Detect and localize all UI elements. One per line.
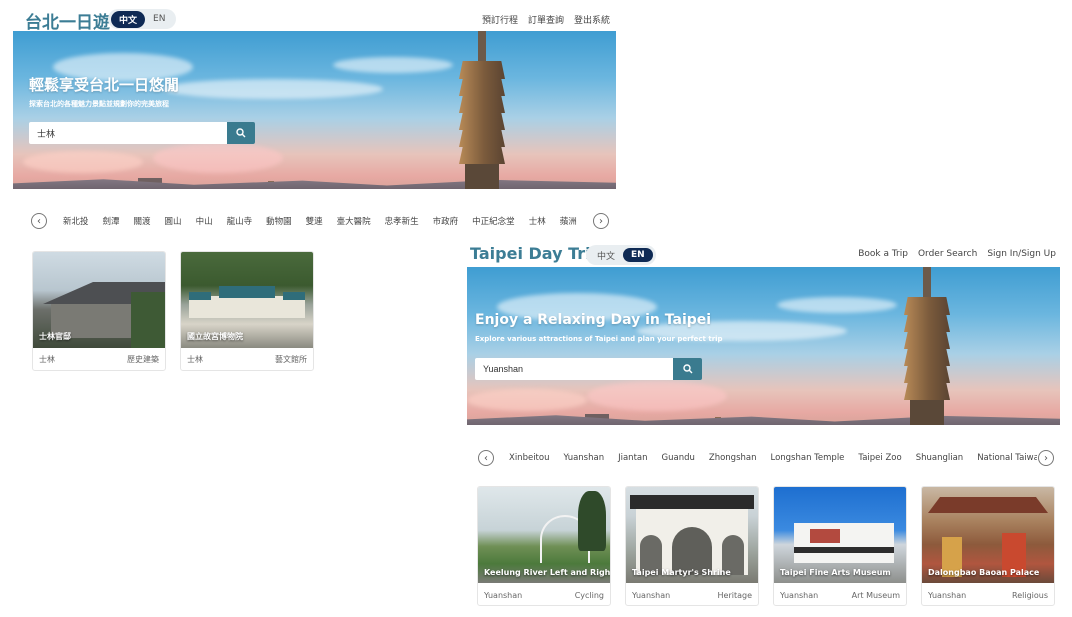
card-type: Heritage <box>717 591 753 600</box>
chevron-left-icon[interactable]: ‹ <box>31 213 47 229</box>
hero-subtitle: Explore various attractions of Taipei an… <box>475 335 723 343</box>
category-item[interactable]: 臺大醫院 <box>337 215 371 227</box>
nav-book-trip[interactable]: 預訂行程 <box>482 13 518 26</box>
site-logo[interactable]: Taipei Day Trip <box>470 244 602 263</box>
attraction-card[interactable]: Dalongbao Baoan Palace Yuanshan Religiou… <box>921 486 1055 606</box>
card-type: Religious <box>1012 591 1048 600</box>
category-bar: ‹ 新北投 劍潭 關渡 圓山 中山 龍山寺 動物園 雙連 臺大醫院 忠孝新生 市… <box>31 213 609 229</box>
card-type: Cycling <box>574 591 604 600</box>
category-item[interactable]: 圓山 <box>165 215 182 227</box>
card-area: 士林 <box>187 355 203 364</box>
search-button[interactable] <box>673 358 702 380</box>
category-item[interactable]: 劍潭 <box>103 215 120 227</box>
card-area: Yuanshan <box>632 591 671 600</box>
card-caption: Dalongbao Baoan Palace <box>928 568 1040 577</box>
nav-order-search[interactable]: 訂單查詢 <box>528 13 564 26</box>
nav-book-trip[interactable]: Book a Trip <box>858 249 908 259</box>
category-item[interactable]: National Taiwan University <box>977 453 1037 463</box>
card-caption: 國立故宮博物院 <box>187 332 243 341</box>
card-meta: Yuanshan Art Museum <box>780 591 900 600</box>
en-page-panel: Taipei Day Trip 中文 EN Book a Trip Order … <box>466 240 1066 617</box>
card-type: Art Museum <box>851 591 900 600</box>
search-icon <box>236 128 246 138</box>
language-toggle: 中文 EN <box>108 9 177 29</box>
search-input[interactable] <box>475 358 673 380</box>
nav-order-search[interactable]: Order Search <box>918 249 977 259</box>
card-meta: 士林 歷史建築 <box>39 354 159 365</box>
card-area: 士林 <box>39 355 55 364</box>
card-type: 歷史建築 <box>127 355 159 364</box>
language-toggle: 中文 EN <box>586 245 656 265</box>
category-item[interactable]: 新北投 <box>63 215 89 227</box>
card-type: 藝文館所 <box>275 355 307 364</box>
category-item[interactable]: Guandu <box>662 453 695 463</box>
card-caption: Keelung River Left and Right B <box>484 568 611 577</box>
card-area: Yuanshan <box>780 591 819 600</box>
attraction-card[interactable]: 士林官邸 士林 歷史建築 <box>32 251 166 371</box>
nav-sign-out[interactable]: 登出系統 <box>574 13 610 26</box>
category-item[interactable]: 中正紀念堂 <box>472 215 515 227</box>
hero-title: Enjoy a Relaxing Day in Taipei <box>475 312 712 328</box>
attraction-card[interactable]: 國立故宮博物院 士林 藝文館所 <box>180 251 314 371</box>
hero-banner: Enjoy a Relaxing Day in Taipei Explore v… <box>467 267 1060 425</box>
category-item[interactable]: 蘋洲 <box>560 215 577 227</box>
lang-en-button[interactable]: EN <box>623 248 653 262</box>
category-bar: ‹ Xinbeitou Yuanshan Jiantan Guandu Zhon… <box>478 450 1054 466</box>
attraction-card[interactable]: Keelung River Left and Right B Yuanshan … <box>477 486 611 606</box>
nav-sign-in[interactable]: Sign In/Sign Up <box>987 249 1056 259</box>
category-item[interactable]: Xinbeitou <box>509 453 549 463</box>
hero-title: 輕鬆享受台北一日悠閒 <box>29 76 180 94</box>
card-caption: Taipei Martyr's Shrine <box>632 568 731 577</box>
hero-banner: 輕鬆享受台北一日悠閒 探索台北的各種魅力景點並規劃你的完美旅程 <box>13 31 616 189</box>
category-item[interactable]: 忠孝新生 <box>385 215 419 227</box>
category-item[interactable]: 雙連 <box>306 215 323 227</box>
category-item[interactable]: 關渡 <box>134 215 151 227</box>
site-logo[interactable]: 台北一日遊 <box>25 8 110 33</box>
top-nav: 預訂行程 訂單查詢 登出系統 <box>482 13 610 26</box>
chevron-right-icon[interactable]: › <box>1038 450 1054 466</box>
lang-zh-button[interactable]: 中文 <box>111 10 146 28</box>
card-caption: 士林官邸 <box>39 332 71 341</box>
attraction-card[interactable]: Taipei Fine Arts Museum Yuanshan Art Mus… <box>773 486 907 606</box>
taipei-101-illustration <box>904 267 950 425</box>
taipei-101-illustration <box>459 31 505 189</box>
attraction-card[interactable]: Taipei Martyr's Shrine Yuanshan Heritage <box>625 486 759 606</box>
category-item[interactable]: 龍山寺 <box>227 215 253 227</box>
category-item[interactable]: Taipei Zoo <box>858 453 901 463</box>
chevron-right-icon[interactable]: › <box>593 213 609 229</box>
card-meta: Yuanshan Religious <box>928 591 1048 600</box>
chevron-left-icon[interactable]: ‹ <box>478 450 494 466</box>
category-item[interactable]: 市政府 <box>433 215 459 227</box>
card-area: Yuanshan <box>928 591 967 600</box>
card-meta: 士林 藝文館所 <box>187 354 307 365</box>
card-area: Yuanshan <box>484 591 523 600</box>
card-meta: Yuanshan Cycling <box>484 591 604 600</box>
category-item[interactable]: Longshan Temple <box>770 453 844 463</box>
search-icon <box>682 364 692 374</box>
search-button[interactable] <box>227 122 255 144</box>
category-item[interactable]: Shuanglian <box>916 453 963 463</box>
top-nav: Book a Trip Order Search Sign In/Sign Up <box>858 249 1056 259</box>
category-item[interactable]: Zhongshan <box>709 453 757 463</box>
category-item[interactable]: Yuanshan <box>563 453 604 463</box>
category-item[interactable]: 士林 <box>529 215 546 227</box>
lang-zh-button[interactable]: 中文 <box>589 247 623 264</box>
hero-subtitle: 探索台北的各種魅力景點並規劃你的完美旅程 <box>29 100 169 108</box>
category-item[interactable]: Jiantan <box>618 453 647 463</box>
card-caption: Taipei Fine Arts Museum <box>780 568 891 577</box>
card-meta: Yuanshan Heritage <box>632 591 752 600</box>
search-input[interactable] <box>29 122 227 144</box>
category-item[interactable]: 中山 <box>196 215 213 227</box>
category-item[interactable]: 動物園 <box>266 215 292 227</box>
lang-en-button[interactable]: EN <box>145 12 173 26</box>
